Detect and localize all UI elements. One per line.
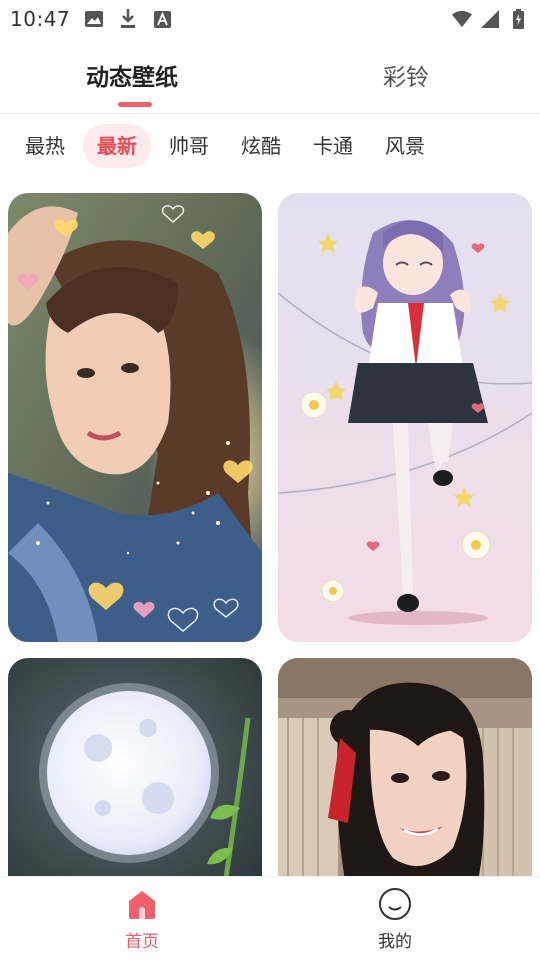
wallpaper-card-moon[interactable] <box>8 658 262 898</box>
category-chips: 最热 最新 帅哥 炫酷 卡通 风景 <box>0 124 540 170</box>
category-scenery[interactable]: 风景 <box>374 124 436 168</box>
nav-mine-label: 我的 <box>378 932 412 952</box>
tab-live-wallpaper[interactable]: 动态壁纸 <box>86 58 178 92</box>
status-time: 10:47 <box>10 7 71 31</box>
wallpaper-card-smiling-girl[interactable] <box>278 658 532 898</box>
wallpaper-card-girl-hearts[interactable] <box>8 193 262 642</box>
wifi-icon <box>452 9 472 29</box>
tab-ringtone[interactable]: 彩铃 <box>383 58 429 92</box>
nav-home-label: 首页 <box>125 932 159 952</box>
nav-home[interactable]: 首页 <box>82 887 202 952</box>
category-newest[interactable]: 最新 <box>83 124 151 168</box>
category-hot[interactable]: 最热 <box>14 124 76 168</box>
category-handsome[interactable]: 帅哥 <box>158 124 220 168</box>
download-icon <box>118 9 138 29</box>
status-left: 10:47 <box>10 7 172 31</box>
signal-icon <box>480 9 500 29</box>
font-icon <box>152 9 172 29</box>
status-bar: 10:47 <box>0 0 540 38</box>
image-icon <box>84 9 104 29</box>
tab-indicator <box>118 102 152 107</box>
category-cartoon[interactable]: 卡通 <box>302 124 364 168</box>
smile-face-icon <box>378 887 412 921</box>
status-right <box>452 9 528 29</box>
bottom-nav: 首页 我的 <box>0 876 540 960</box>
home-icon <box>125 887 159 921</box>
battery-icon <box>508 9 528 29</box>
top-tab-bar: 动态壁纸 彩铃 <box>0 44 540 114</box>
wallpaper-card-anime-girl[interactable] <box>278 193 532 642</box>
category-cool[interactable]: 炫酷 <box>230 124 292 168</box>
nav-mine[interactable]: 我的 <box>335 887 455 952</box>
